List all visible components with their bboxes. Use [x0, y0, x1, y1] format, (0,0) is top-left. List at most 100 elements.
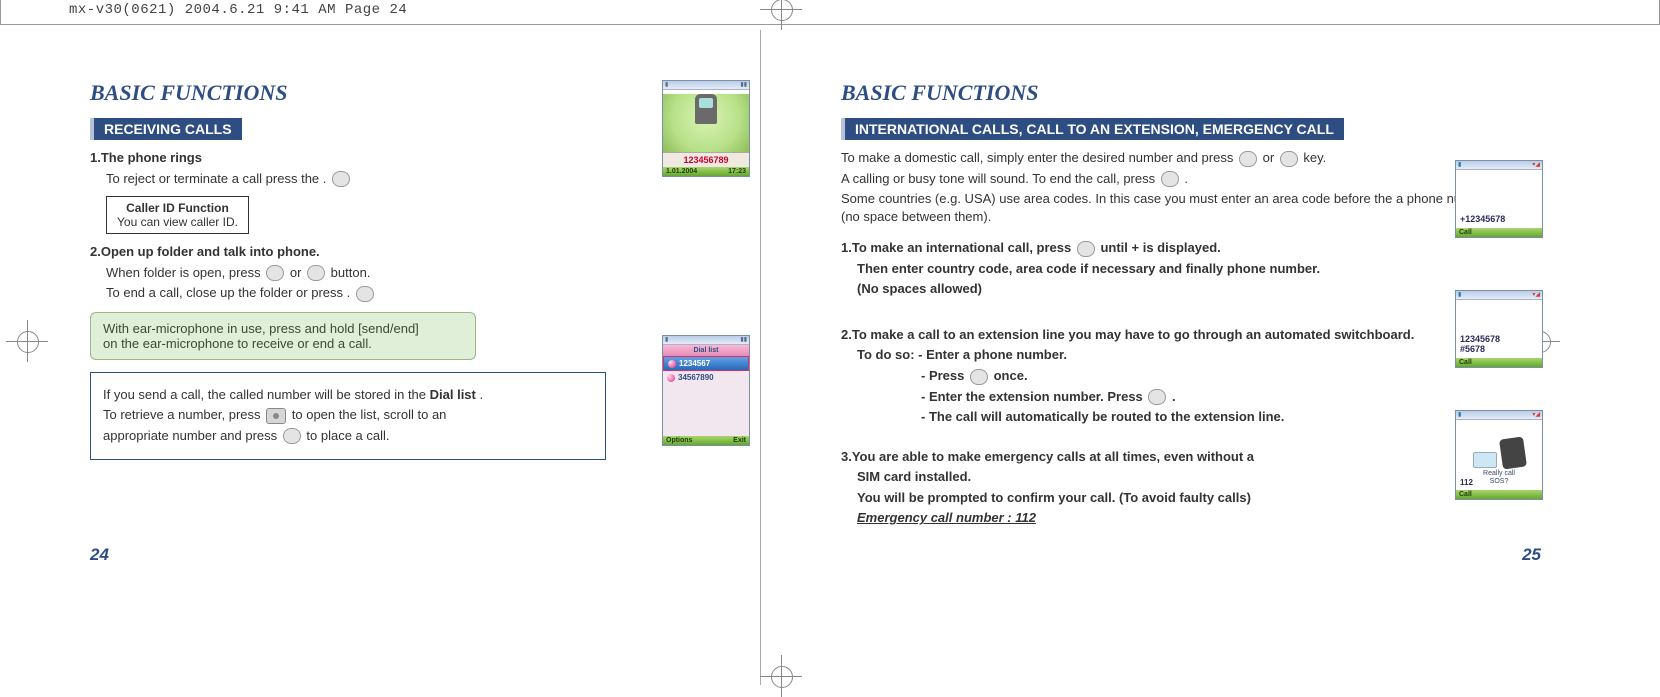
- print-header-text: mx-v30(0621) 2004.6.21 9:41 AM Page 24: [69, 2, 407, 18]
- dial-list-row1-text: 1234567: [679, 359, 710, 368]
- step2-heading: 2.Open up folder and talk into phone.: [90, 243, 720, 261]
- phone-icon: [695, 94, 717, 124]
- dial-tip-line3: appropriate number and press to place a …: [103, 427, 593, 445]
- rs2b1b: once.: [994, 368, 1028, 383]
- step2-line2: To end a call, close up the folder or pr…: [106, 284, 720, 302]
- dial-list-exit: Exit: [733, 437, 746, 444]
- page-title-right: BASIC FUNCTIONS: [841, 80, 1501, 106]
- dial-footer-r2: Call: [1456, 358, 1542, 367]
- dialed-number-ext-1: 12345678: [1460, 334, 1538, 344]
- page-number-24: 24: [90, 545, 109, 565]
- intro-line3: Some countries (e.g. USA) use area codes…: [841, 190, 1501, 225]
- intro2a: A calling or busy tone will sound. To en…: [841, 171, 1159, 186]
- end-key-icon-2: [356, 286, 374, 302]
- r-step2-b1: - Press once.: [921, 367, 1501, 385]
- page-spread: BASIC FUNCTIONS RECEIVING CALLS 1.The ph…: [0, 0, 1660, 685]
- page-title-left: BASIC FUNCTIONS: [90, 80, 720, 106]
- ok-key-icon: [307, 265, 325, 281]
- dl3a: appropriate number and press: [103, 428, 281, 443]
- dial-list-footer: Options Exit: [663, 436, 749, 445]
- step1-heading: 1.The phone rings: [90, 149, 720, 167]
- incoming-number: 123456789: [663, 152, 749, 167]
- section-header-receiving-calls: RECEIVING CALLS: [90, 118, 242, 140]
- rs1l1a: 1.To make an international call, press: [841, 240, 1075, 255]
- send-key-icon-r: [1239, 151, 1257, 167]
- status-bar-r2: ▮▾◢: [1456, 291, 1542, 300]
- screenshot-sos: ▮▾◢ Really call SOS? 112 Call: [1455, 410, 1545, 500]
- hash-key-icon: [970, 369, 988, 385]
- call-softkey-a: Call: [1459, 229, 1472, 236]
- section-header-intl-calls: INTERNATIONAL CALLS, CALL TO AN EXTENSIO…: [841, 118, 1344, 140]
- status-bar-2: ▮▮▮: [663, 336, 749, 345]
- dl2b: to open the list, scroll to an: [292, 407, 447, 422]
- rs2b2b: .: [1172, 389, 1176, 404]
- end-key-icon-r: [1161, 171, 1179, 187]
- r-step2-sub: To do so: - Enter a phone number.: [857, 346, 1501, 364]
- r-step2-l1: 2.To make a call to an extension line yo…: [841, 326, 1501, 344]
- sos-msg1: Really call: [1483, 470, 1515, 477]
- status-bar: ▮▮▮: [663, 81, 749, 90]
- call-softkey-b: Call: [1459, 359, 1472, 366]
- dl1b: Dial list: [430, 387, 476, 402]
- registration-mark-top: [760, 0, 802, 30]
- intro1c: key.: [1303, 150, 1326, 165]
- dial-body-r2: 12345678 #5678: [1456, 300, 1542, 358]
- intro2b: .: [1184, 171, 1188, 186]
- sos-confirm-text: Really call SOS?: [1483, 470, 1515, 486]
- dial-tip-line1: If you send a call, the called number wi…: [103, 386, 593, 404]
- caller-id-box: Caller ID Function You can view caller I…: [106, 196, 249, 234]
- send-key-icon: [266, 265, 284, 281]
- page-left: BASIC FUNCTIONS RECEIVING CALLS 1.The ph…: [0, 30, 760, 685]
- r-step3-l3: You will be prompted to confirm your cal…: [857, 489, 1501, 507]
- status-bar-r1: ▮▾◢: [1456, 161, 1542, 170]
- call-screen-footer: 1.01.2004 17:23: [663, 167, 749, 176]
- dial-footer-r3: Call: [1456, 490, 1542, 499]
- sos-body: Really call SOS? 112: [1456, 420, 1542, 490]
- intro-line1: To make a domestic call, simply enter th…: [841, 149, 1501, 167]
- status-bar-r3: ▮▾◢: [1456, 411, 1542, 420]
- r-step1-l1: 1.To make an international call, press u…: [841, 239, 1501, 257]
- dial-list-row-2: 34567890: [663, 371, 749, 384]
- dialed-number-ext-2: #5678: [1460, 344, 1538, 354]
- note-line2: on the ear-microphone to receive or end …: [103, 336, 372, 351]
- r-step1-l2: Then enter country code, area code if ne…: [857, 260, 1501, 278]
- intro-line2: A calling or busy tone will sound. To en…: [841, 170, 1501, 188]
- r-step3-l4: Emergency call number : 112: [857, 509, 1501, 527]
- dial-tip-line2: To retrieve a number, press to open the …: [103, 406, 593, 424]
- dl3b: to place a call.: [306, 428, 389, 443]
- r-step2-b3: - The call will automatically be routed …: [921, 408, 1501, 426]
- step2-line2-span: To end a call, close up the folder or pr…: [106, 285, 350, 300]
- dl1a: If you send a call, the called number wi…: [103, 387, 430, 402]
- list-icon: [668, 360, 676, 368]
- dial-list-body: 1234567 34567890: [663, 356, 749, 436]
- dial-list-row2-text: 34567890: [678, 373, 714, 382]
- step2-line1-b: or: [290, 265, 305, 280]
- r-step1-l3: (No spaces allowed): [857, 280, 1501, 298]
- dial-body-r1: +12345678: [1456, 170, 1542, 228]
- dial-list-row-1: 1234567: [663, 356, 749, 371]
- dl2a: To retrieve a number, press: [103, 407, 264, 422]
- rs2b2a: - Enter the extension number. Press: [921, 389, 1146, 404]
- nav-key-icon: [266, 408, 286, 424]
- caller-id-title: Caller ID Function: [126, 201, 229, 215]
- star-key-icon: [1077, 241, 1095, 257]
- rs1l1b: until + is displayed.: [1100, 240, 1220, 255]
- footer-date: 1.01.2004: [666, 168, 697, 175]
- dial-list-options: Options: [666, 437, 692, 444]
- list-icon-2: [667, 374, 675, 382]
- step2-line1-c: button.: [331, 265, 371, 280]
- page-number-25: 25: [1522, 545, 1541, 565]
- step1-text: To reject or terminate a call press the …: [106, 170, 720, 188]
- sos-number-112: 112: [1460, 478, 1473, 487]
- dial-list-title: Dial list: [663, 345, 749, 356]
- ok-key-icon-r: [1280, 151, 1298, 167]
- page-right: BASIC FUNCTIONS INTERNATIONAL CALLS, CAL…: [761, 30, 1561, 685]
- dialed-number-intl: +12345678: [1460, 214, 1538, 224]
- dial-list-tip-box: If you send a call, the called number wi…: [90, 372, 606, 461]
- step2-line1: When folder is open, press or button.: [106, 264, 720, 282]
- sos-msg2: SOS?: [1490, 478, 1509, 485]
- ear-mic-note: With ear-microphone in use, press and ho…: [90, 312, 476, 360]
- ok-key-icon-r2: [1148, 389, 1166, 405]
- dial-footer-r1: Call: [1456, 228, 1542, 237]
- step2-line1-a: When folder is open, press: [106, 265, 264, 280]
